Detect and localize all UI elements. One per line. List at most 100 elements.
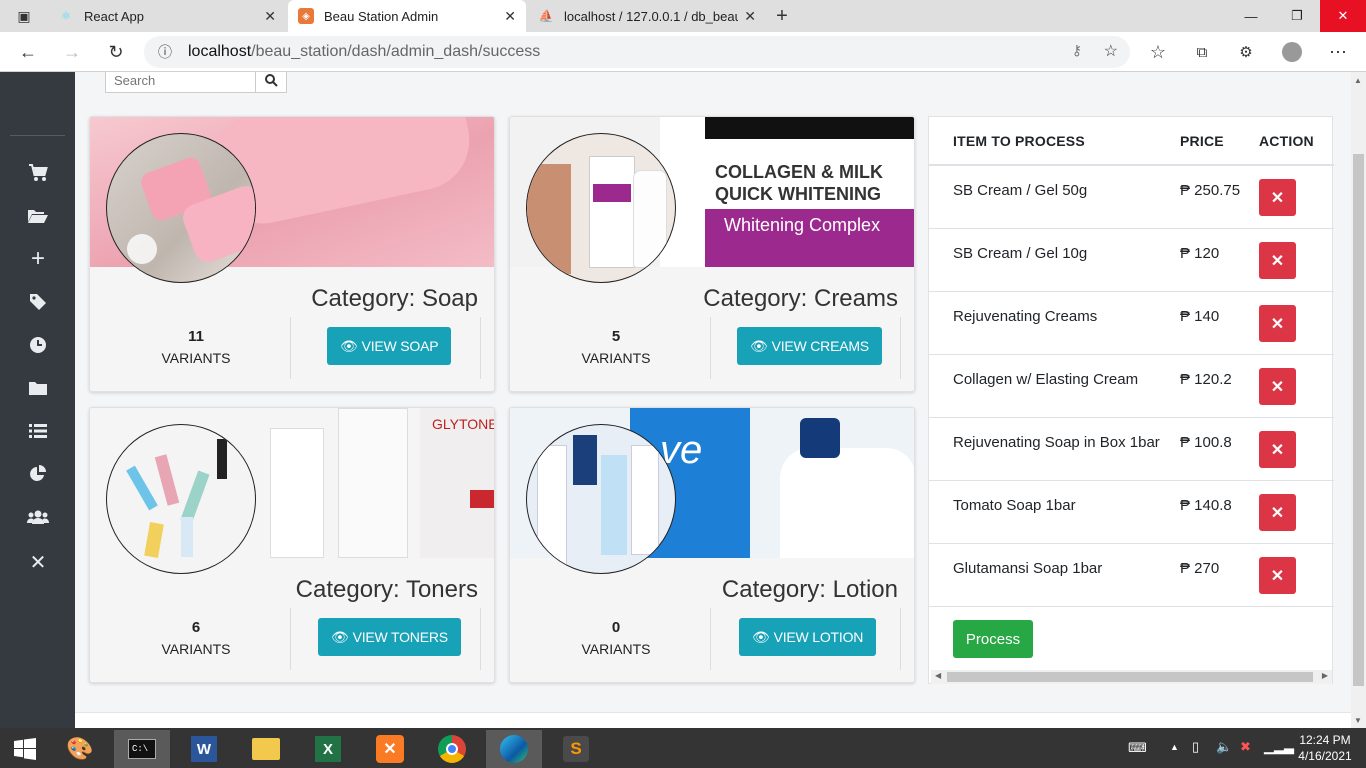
item-price: ₱ 120.2 — [1180, 371, 1232, 388]
more-menu-icon[interactable]: ⋯ — [1326, 40, 1350, 64]
system-clock[interactable]: 12:24 PM 4/16/2021 — [1290, 732, 1360, 764]
profile-avatar-icon[interactable] — [1280, 40, 1304, 64]
remove-item-button[interactable]: ✕ — [1259, 368, 1296, 405]
keyboard-icon[interactable]: ⌨ — [1128, 740, 1147, 756]
url-host: localhost — [188, 43, 252, 60]
volume-icon[interactable]: 🔈 — [1216, 739, 1232, 755]
pie-chart-icon[interactable] — [22, 460, 54, 488]
cart-icon[interactable] — [22, 159, 54, 187]
divider — [900, 317, 901, 379]
view-lotion-button[interactable]: 👁 VIEW LOTION — [739, 618, 877, 656]
remove-item-button[interactable]: ✕ — [1259, 494, 1296, 531]
remove-item-button[interactable]: ✕ — [1259, 557, 1296, 594]
folder-icon[interactable] — [22, 374, 54, 402]
sublime-app-icon[interactable]: S — [548, 730, 604, 768]
tab-react-app[interactable]: ⚛ React App ✕ — [48, 0, 286, 32]
sidebar: + ✕ — [0, 72, 75, 728]
remove-item-button[interactable]: ✕ — [1259, 179, 1296, 216]
show-hidden-icons-icon[interactable]: ▲ — [1170, 742, 1179, 752]
favorites-icon[interactable]: ☆ — [1146, 40, 1170, 64]
extensions-icon[interactable]: ⚙ — [1234, 40, 1258, 64]
collections-icon[interactable]: ⧉ — [1190, 40, 1214, 64]
logout-close-icon[interactable]: ✕ — [22, 548, 54, 576]
window-close-icon[interactable]: ✕ — [1320, 0, 1366, 32]
clock-icon[interactable] — [22, 331, 54, 359]
item-name: Tomato Soap 1bar — [953, 497, 1076, 514]
item-price: ₱ 140 — [1180, 308, 1220, 325]
search-input[interactable] — [105, 72, 256, 93]
start-button[interactable] — [0, 730, 50, 768]
back-icon[interactable]: ← — [16, 40, 40, 64]
item-name: SB Cream / Gel 50g — [953, 182, 1088, 199]
cmd-app-icon[interactable]: C:\ — [114, 730, 170, 768]
table-row: Rejuvenating Soap in Box 1bar ₱ 100.8 ✕ — [929, 418, 1334, 481]
tab-close-icon[interactable]: ✕ — [264, 8, 276, 25]
scroll-down-icon[interactable]: ▼ — [1354, 716, 1362, 725]
clock-time: 12:24 PM — [1299, 733, 1351, 747]
tab-close-icon[interactable]: ✕ — [744, 8, 756, 25]
col-header-item: ITEM TO PROCESS — [953, 133, 1085, 149]
tab-beau-station-admin[interactable]: ◈ Beau Station Admin ✕ — [288, 0, 526, 32]
scroll-left-icon[interactable]: ◀ — [935, 671, 941, 680]
new-tab-icon[interactable]: + — [770, 4, 794, 28]
table-row: Collagen w/ Elasting Cream ₱ 120.2 ✕ — [929, 355, 1334, 418]
phpmyadmin-favicon-icon: ⛵ — [538, 9, 554, 23]
tab-close-icon[interactable]: ✕ — [504, 8, 516, 25]
file-explorer-icon[interactable] — [238, 730, 294, 768]
divider — [290, 317, 291, 379]
eye-icon: 👁 — [750, 337, 768, 354]
remove-item-button[interactable]: ✕ — [1259, 431, 1296, 468]
view-creams-button[interactable]: 👁 VIEW CREAMS — [737, 327, 882, 365]
search-button[interactable] — [256, 72, 287, 93]
table-row: Tomato Soap 1bar ₱ 140.8 ✕ — [929, 481, 1334, 544]
remove-item-button[interactable]: ✕ — [1259, 305, 1296, 342]
variants-label: VARIANTS — [581, 350, 651, 366]
xampp-app-icon[interactable]: ✕ — [362, 730, 418, 768]
col-header-price: PRICE — [1180, 133, 1224, 149]
scrollbar-thumb[interactable] — [947, 672, 1313, 682]
scroll-right-icon[interactable]: ▶ — [1322, 671, 1328, 680]
process-button[interactable]: Process — [953, 620, 1033, 658]
tab-phpmyadmin[interactable]: ⛵ localhost / 127.0.0.1 / db_beau_... ✕ — [528, 0, 766, 32]
paint-app-icon[interactable]: 🎨 — [52, 730, 108, 768]
chrome-app-icon[interactable] — [424, 730, 480, 768]
list-icon[interactable] — [22, 417, 54, 445]
edge-app-icon[interactable] — [486, 730, 542, 768]
forward-icon[interactable]: → — [60, 40, 84, 64]
item-price: ₱ 140.8 — [1180, 497, 1232, 514]
minimize-icon[interactable]: — — [1228, 0, 1274, 32]
refresh-icon[interactable]: ↻ — [104, 40, 128, 64]
site-info-icon[interactable]: ⓘ — [158, 42, 172, 62]
search-bar — [105, 72, 287, 93]
scrollbar-thumb[interactable] — [1353, 154, 1364, 686]
page-footer — [75, 712, 1351, 728]
table-row: Rejuvenating Creams ₱ 140 ✕ — [929, 292, 1334, 355]
item-name: Rejuvenating Soap in Box 1bar — [953, 434, 1160, 451]
category-card-lotion: ve Category: Lotion 0 VARIANTS 👁 VIEW LO… — [509, 407, 915, 683]
view-soap-button[interactable]: 👁 VIEW SOAP — [327, 327, 452, 365]
url-field[interactable]: ⓘ localhost/beau_station/dash/admin_dash… — [144, 36, 1130, 68]
excel-app-icon[interactable]: X — [300, 730, 356, 768]
word-app-icon[interactable]: W — [176, 730, 232, 768]
add-favorite-icon[interactable]: ☆ — [1104, 41, 1118, 61]
users-icon[interactable] — [22, 503, 54, 531]
remove-item-button[interactable]: ✕ — [1259, 242, 1296, 279]
view-toners-button[interactable]: 👁 VIEW TONERS — [318, 618, 461, 656]
battery-icon[interactable]: ▯ — [1192, 739, 1199, 755]
eye-icon: 👁 — [340, 337, 358, 354]
horizontal-scrollbar[interactable]: ◀ ▶ — [931, 670, 1332, 684]
variants-label: VARIANTS — [581, 641, 651, 657]
maximize-icon[interactable]: ❐ — [1274, 0, 1320, 32]
key-icon[interactable]: ⚷ — [1072, 42, 1082, 59]
close-icon: ✕ — [1270, 378, 1285, 396]
soap-thumbnail-image — [106, 133, 256, 283]
scroll-up-icon[interactable]: ▲ — [1354, 76, 1362, 85]
category-title: Category: Toners — [295, 576, 478, 603]
network-warning-icon[interactable]: ✖ — [1240, 739, 1251, 755]
clock-date: 4/16/2021 — [1298, 749, 1352, 763]
folder-open-icon[interactable] — [22, 202, 54, 230]
tag-icon[interactable] — [22, 288, 54, 316]
vertical-scrollbar[interactable]: ▲ ▼ — [1351, 72, 1366, 728]
tab-actions-icon[interactable]: ▣ — [12, 4, 36, 28]
plus-icon[interactable]: + — [22, 245, 54, 273]
